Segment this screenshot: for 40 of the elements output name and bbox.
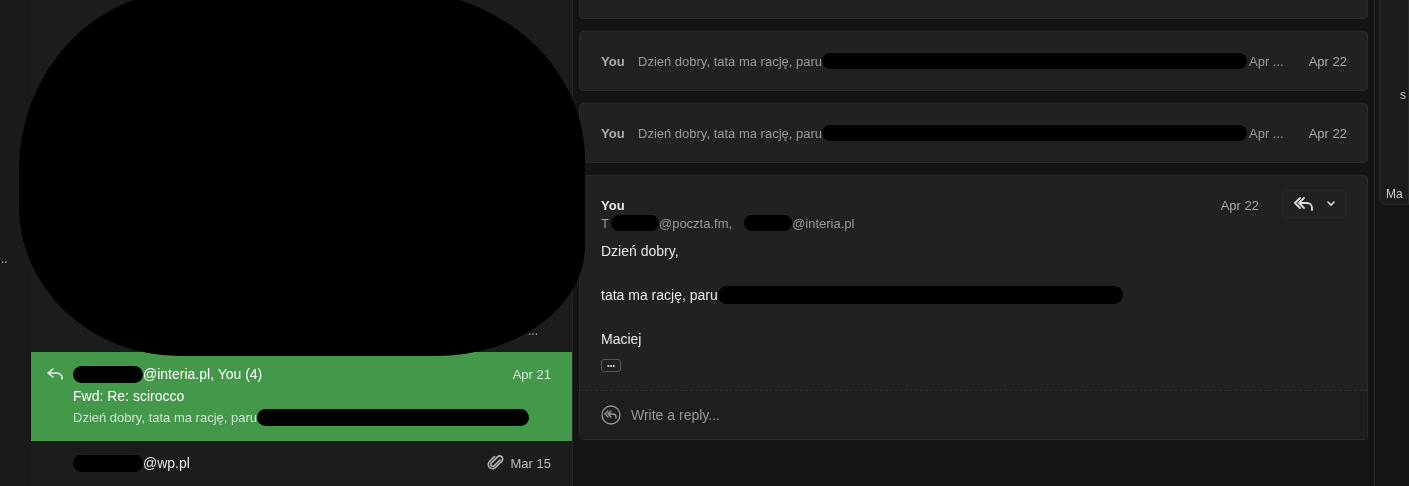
message-date: Apr 22 — [1308, 53, 1347, 69]
sender-name: @interia.pl, You (4) — [143, 366, 263, 382]
show-more-button[interactable]: ••• — [601, 359, 622, 372]
message-text: Maciej — [601, 331, 642, 347]
thread-row[interactable]: @interia.pl, You (4) Apr 21 Fwd: Re: scirocco Dzień dobry, tata ma rację, paru — [31, 352, 572, 441]
redaction-block — [610, 215, 659, 231]
sender-name: You — [601, 198, 626, 213]
truncated-text: .. — [1, 252, 8, 266]
collapsed-message[interactable]: You Dzień dobry, tata ma rację, paru Apr ... Apr 22 — [579, 31, 1368, 91]
message-text: Dzień dobry, — [601, 243, 679, 259]
to-label: T — [601, 215, 609, 231]
sender-name: You — [601, 53, 626, 69]
chevron-down-icon — [1326, 200, 1336, 208]
thread-row[interactable]: @wp.pl Mar 15 — [31, 441, 572, 486]
redaction-block — [73, 365, 143, 383]
message-date: Apr 22 — [1308, 125, 1347, 141]
thread-subject: Fwd: Re: scirocco — [73, 388, 186, 404]
message-preview: Dzień dobry, tata ma rację, paru — [638, 53, 822, 69]
truncated-text: Ma — [1386, 187, 1403, 201]
reply-all-icon — [1294, 197, 1314, 211]
thread-preview: Dzień dobry, tata ma rację, paru — [73, 410, 257, 425]
message-preview: Apr ... — [1249, 125, 1284, 141]
redaction-block — [744, 215, 793, 231]
reply-icon — [601, 405, 621, 425]
sender-name: You — [601, 125, 626, 141]
sender-name: @wp.pl — [143, 455, 190, 471]
recipient-address: @poczta.fm, — [658, 215, 733, 231]
collapsed-message[interactable]: You Dzień dobry, tata ma rację, paru Apr ... Apr 22 — [579, 103, 1368, 163]
message-date: Apr 22 — [1220, 198, 1259, 215]
preview-text: ... — [528, 324, 538, 338]
message-preview: Dzień dobry, tata ma rację, paru — [638, 125, 822, 141]
reply-menu-button[interactable] — [1283, 190, 1347, 218]
message-preview: Apr ... — [1249, 53, 1284, 69]
redaction-block — [73, 454, 143, 472]
truncated-text: s — [1400, 88, 1406, 102]
message-text: tata ma rację, paru — [601, 287, 718, 303]
thread-date: Apr 21 — [512, 366, 551, 382]
recipient-address: @interia.pl — [792, 215, 855, 231]
reply-input-field[interactable]: Write a reply... — [629, 406, 933, 424]
thread-date: Mar 15 — [510, 455, 551, 471]
